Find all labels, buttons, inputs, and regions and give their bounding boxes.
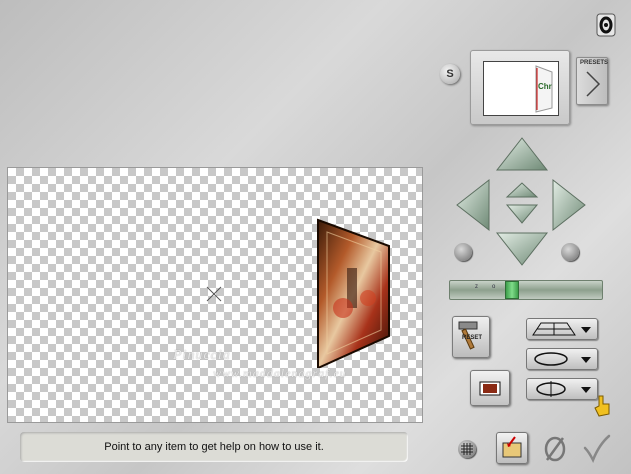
arrow-left-icon[interactable]: [456, 178, 490, 232]
pointer-hand-icon: [594, 395, 610, 417]
preset-thumbnail[interactable]: Chr: [470, 50, 570, 125]
save-icon: [502, 436, 522, 458]
thumbnail-label: Chr: [538, 82, 552, 91]
arrow-down-icon[interactable]: [495, 232, 549, 266]
s-button[interactable]: S: [440, 64, 460, 84]
presets-button[interactable]: PRESETS: [576, 57, 608, 105]
center-down-icon[interactable]: [505, 204, 539, 224]
reset-button[interactable]: RESET: [452, 316, 490, 358]
thumbnail-canvas: Chr: [483, 61, 559, 116]
image-preview-button[interactable]: [470, 370, 510, 406]
crosshair-icon: [206, 286, 222, 302]
watermark: Pinuccia www.maddalenagraf.eu: [173, 348, 347, 381]
help-icon[interactable]: [596, 13, 616, 37]
preview-canvas[interactable]: Pinuccia www.maddalenagraf.eu: [7, 167, 423, 423]
warped-image[interactable]: [313, 218, 393, 368]
axis-mode-dropdown[interactable]: [526, 378, 598, 400]
arrow-right-icon[interactable]: [552, 178, 586, 232]
watermark-line1: Pinuccia: [173, 348, 231, 363]
cancel-icon[interactable]: [541, 434, 569, 464]
status-bar: Point to any item to get help on how to …: [20, 432, 408, 462]
grid-mode-dropdown[interactable]: [526, 318, 598, 340]
reset-label: RESET: [462, 335, 483, 341]
rotate-cw-icon[interactable]: [561, 243, 579, 261]
watermark-line2: www.maddalenagraf.eu: [213, 366, 347, 380]
slider-ticks: zom: [475, 284, 528, 290]
rotate-ccw-icon[interactable]: [454, 243, 472, 261]
rotation-mode-dropdown[interactable]: [526, 348, 598, 370]
save-button[interactable]: [496, 432, 528, 464]
ok-check-icon[interactable]: [581, 434, 611, 464]
image-icon: [479, 381, 501, 396]
zoom-slider[interactable]: [449, 280, 603, 300]
center-up-icon[interactable]: [505, 182, 539, 198]
grid-icon[interactable]: [458, 440, 476, 458]
tick-z: z: [475, 284, 492, 290]
arrow-up-icon[interactable]: [495, 137, 549, 171]
zoom-slider-thumb[interactable]: [505, 281, 519, 299]
